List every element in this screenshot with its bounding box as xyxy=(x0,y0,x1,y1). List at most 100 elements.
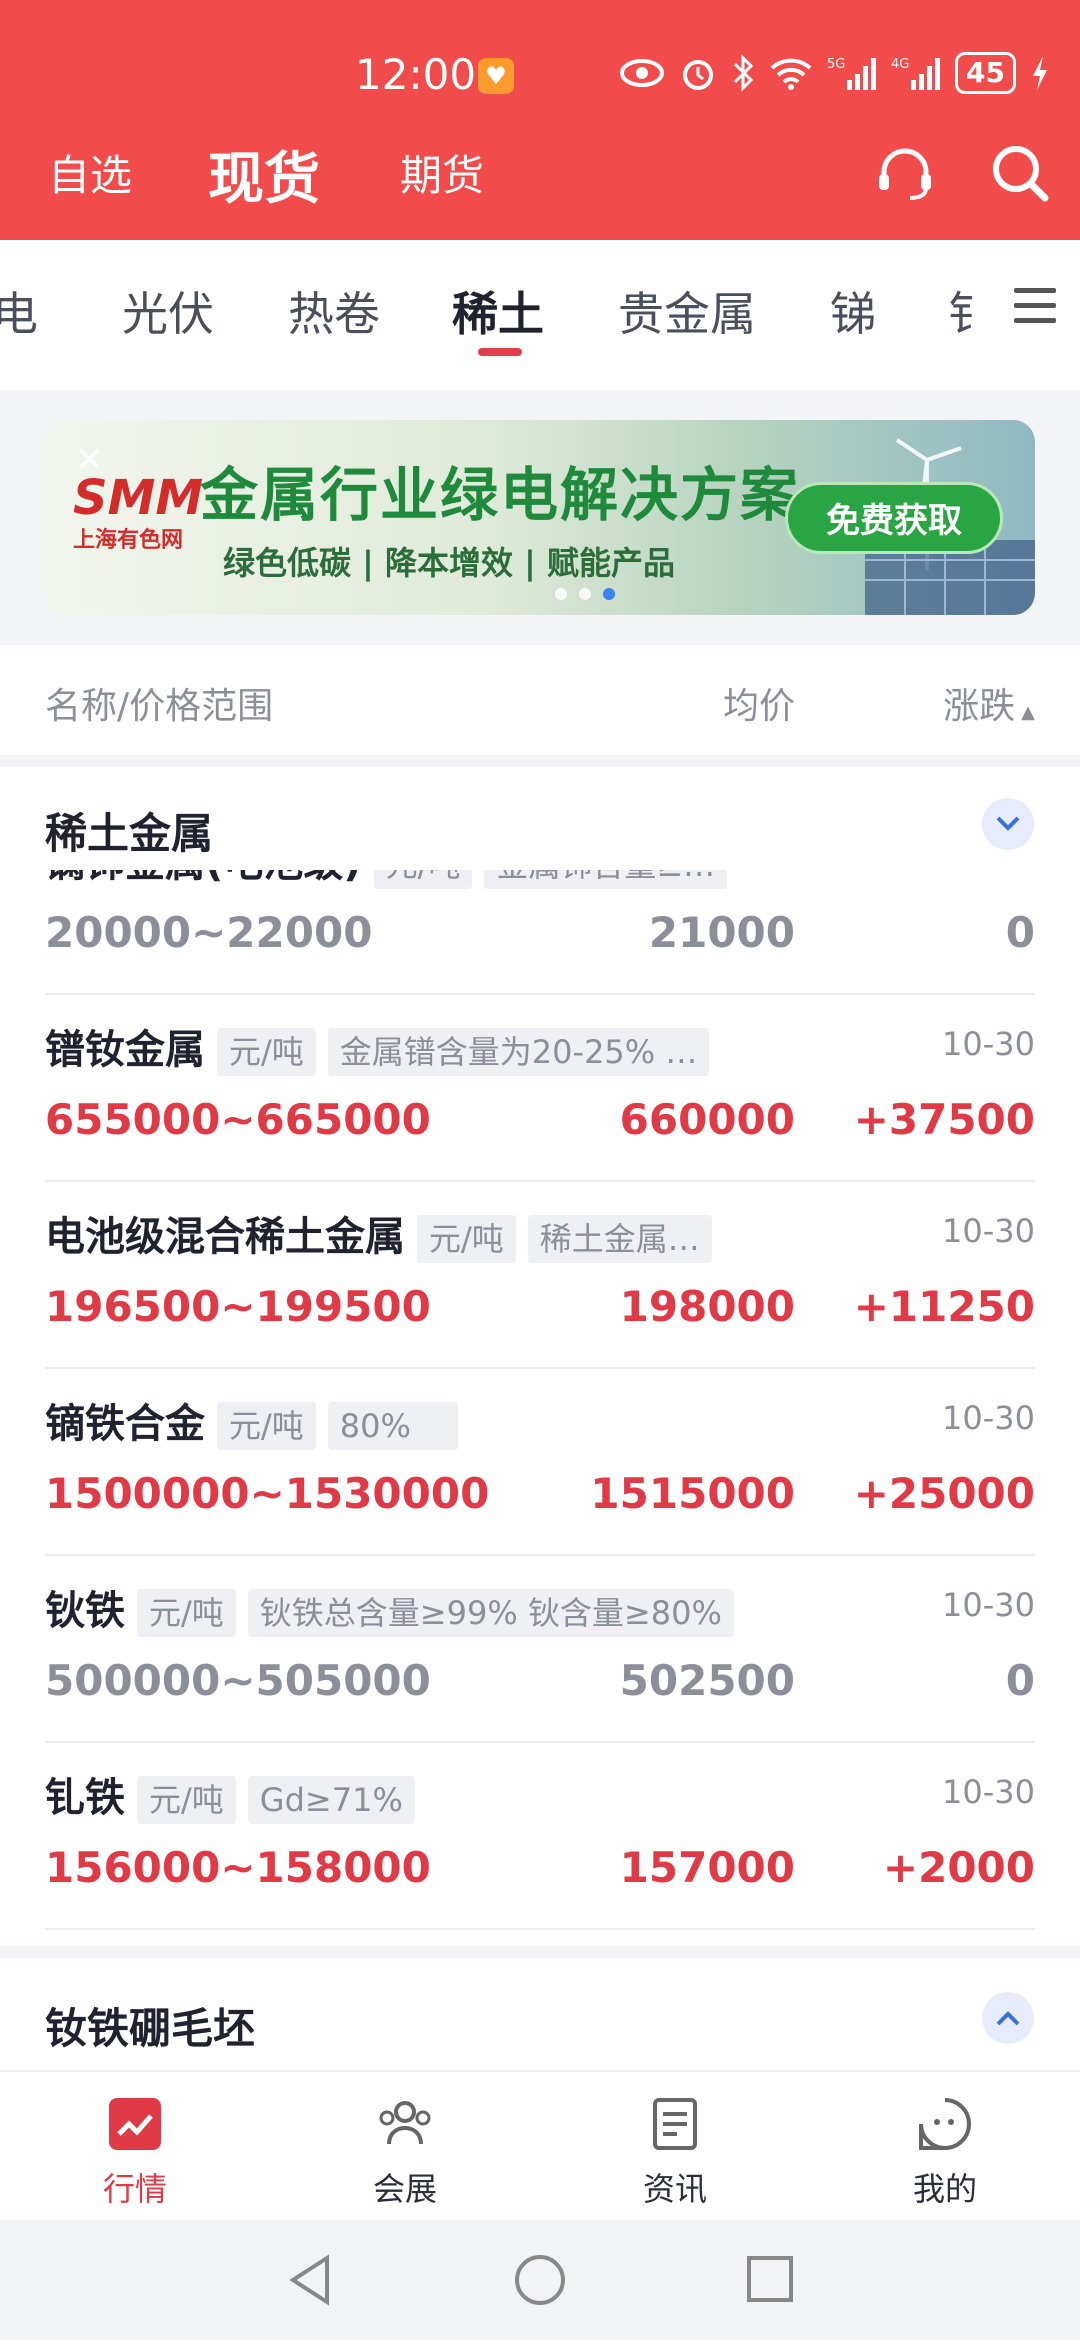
price-date: 10-30 xyxy=(942,1399,1035,1437)
price-range: 156000~158000 xyxy=(45,1843,431,1892)
table-row[interactable]: 电池级混合稀土金属 元/吨 稀土金属… 10-30 196500~199500 19… xyxy=(45,1182,1035,1369)
recents-icon[interactable] xyxy=(745,2254,795,2304)
people-icon xyxy=(379,2101,431,2145)
product-name: 镨钕金属 xyxy=(45,1027,205,1073)
price-change: 0 xyxy=(1005,908,1035,957)
nav-market[interactable]: 行情 xyxy=(45,2082,225,2210)
spec-tag: 金属铈含量≥… xyxy=(484,870,728,889)
column-header: 名称/价格范围 均价 涨跌 ▲ xyxy=(0,645,1080,755)
spec-tag: 80% xyxy=(327,1402,458,1450)
banner-dot xyxy=(555,588,567,600)
sort-icon: ▲ xyxy=(1021,702,1035,723)
column-name-range: 名称/价格范围 xyxy=(45,686,274,727)
signal-4g-icon: 4G xyxy=(891,57,941,90)
product-name: 钬铁 xyxy=(45,1588,125,1634)
average-price: 1515000 xyxy=(590,1469,795,1518)
price-change: +37500 xyxy=(853,1095,1035,1144)
unit-tag: 元/吨 xyxy=(373,870,473,889)
top-tabs: 自选 现货 期货 xyxy=(0,120,1080,240)
back-icon[interactable] xyxy=(285,2250,335,2310)
price-range: 500000~505000 xyxy=(45,1656,431,1705)
price-change: +25000 xyxy=(853,1469,1035,1518)
nav-label: 会展 xyxy=(372,2170,437,2208)
banner-subtitle: 绿色低碳 | 降本增效 | 赋能产品 xyxy=(223,544,675,582)
collapse-chevron-icon[interactable] xyxy=(982,798,1034,850)
table-row[interactable]: 镝铁合金 元/吨 80% 10-30 1500000~1530000 1515000… xyxy=(45,1369,1035,1556)
system-nav-bar xyxy=(0,2220,1080,2340)
banner-title: 金属行业绿电解决方案 xyxy=(200,461,801,529)
headset-icon[interactable] xyxy=(870,138,940,208)
spec-tag: 钬铁总含量≥99% 钬含量≥80% xyxy=(247,1589,734,1637)
column-change-sort[interactable]: 涨跌 ▲ xyxy=(943,677,1035,729)
unit-tag: 元/吨 xyxy=(137,1589,236,1637)
news-doc-icon xyxy=(653,2098,697,2150)
category-tab[interactable]: 电 xyxy=(0,278,38,344)
banner-area: ✕ SMM 上海有色网 金属行业绿电解决方案 绿色低碳 | 降本增效 | 赋能产… xyxy=(0,390,1080,645)
section-title: 稀土金属 xyxy=(45,809,214,858)
average-price: 21000 xyxy=(648,908,795,957)
section-title: 钕铁硼毛坯 xyxy=(45,2004,256,2053)
home-icon[interactable] xyxy=(512,2252,568,2308)
wifi-icon xyxy=(770,58,812,90)
category-tab[interactable]: 热卷 xyxy=(288,278,380,344)
bottom-nav: 行情 会展 资讯 我的 xyxy=(0,2070,1080,2220)
nav-label: 行情 xyxy=(102,2170,167,2208)
category-tab[interactable]: 贵金属 xyxy=(618,278,756,344)
category-tab[interactable]: 光伏 xyxy=(122,278,214,344)
product-name: 镧铈金属(电池级) xyxy=(45,870,362,886)
tab-spot[interactable]: 现货 xyxy=(208,134,320,215)
category-tabs: 电 光伏 热卷 稀土 贵金属 锑 钅 xyxy=(0,240,1080,390)
tab-watchlist[interactable]: 自选 xyxy=(48,142,132,203)
price-date: 10-30 xyxy=(942,1586,1035,1624)
nav-profile[interactable]: 我的 xyxy=(855,2082,1035,2210)
expand-chevron-icon[interactable] xyxy=(982,1992,1034,2044)
table-row[interactable]: 钬铁 元/吨 钬铁总含量≥99% 钬含量≥80% 10-30 500000~5050… xyxy=(45,1556,1035,1743)
unit-tag: 元/吨 xyxy=(217,1028,316,1076)
nav-label: 我的 xyxy=(912,2170,977,2208)
average-price: 502500 xyxy=(619,1656,795,1705)
price-date: 10-30 xyxy=(942,1212,1035,1250)
price-date: 10-30 xyxy=(942,1773,1035,1811)
category-tab[interactable]: 锑 xyxy=(830,278,876,344)
category-tab-active[interactable]: 稀土 xyxy=(452,278,544,344)
divider xyxy=(0,1946,1080,1958)
price-range: 1500000~1530000 xyxy=(45,1469,490,1518)
nav-exhibitions[interactable]: 会展 xyxy=(315,2082,495,2210)
alarm-icon xyxy=(683,60,714,90)
spec-tag: 金属镨含量为20-25% … xyxy=(327,1028,710,1076)
average-price: 198000 xyxy=(619,1282,795,1331)
nav-news[interactable]: 资讯 xyxy=(585,2082,765,2210)
product-name: 电池级混合稀土金属 xyxy=(45,1214,405,1260)
price-change: +11250 xyxy=(853,1282,1035,1331)
menu-icon[interactable] xyxy=(980,270,1080,340)
price-range: 196500~199500 xyxy=(45,1282,431,1331)
promo-banner[interactable]: ✕ SMM 上海有色网 金属行业绿电解决方案 绿色低碳 | 降本增效 | 赋能产… xyxy=(45,420,1035,615)
spec-tag: 稀土金属… xyxy=(527,1215,712,1263)
product-name: 钆铁 xyxy=(45,1775,125,1821)
table-row[interactable]: 钆铁 元/吨 Gd≥71% 10-30 156000~158000 157000 +… xyxy=(45,1743,1035,1930)
svg-text:5G: 5G xyxy=(827,57,845,72)
search-icon[interactable] xyxy=(985,138,1055,208)
price-change: 0 xyxy=(1005,1656,1035,1705)
divider xyxy=(0,755,1080,767)
price-range: 655000~665000 xyxy=(45,1095,431,1144)
bluetooth-icon xyxy=(733,54,754,92)
status-icons: 5G 4G 45 xyxy=(619,52,1050,94)
svg-text:4G: 4G xyxy=(891,57,909,72)
charging-icon xyxy=(1033,56,1047,90)
table-row[interactable]: 镧铈金属(电池级) 元/吨金属铈含量≥… 10-30 20000~22000 21… xyxy=(45,870,1035,995)
smm-logo: SMM 上海有色网 xyxy=(73,470,204,553)
product-name: 镝铁合金 xyxy=(45,1401,205,1447)
tab-futures[interactable]: 期货 xyxy=(400,142,484,203)
spec-tag: Gd≥71% xyxy=(247,1776,415,1824)
status-time: 12:00 xyxy=(355,50,477,99)
signal-5g-icon: 5G xyxy=(827,57,877,90)
table-row[interactable]: 镨钕金属 元/吨 金属镨含量为20-25% … 10-30 655000~66500… xyxy=(45,995,1035,1182)
nav-label: 资讯 xyxy=(642,2170,707,2208)
price-change: +2000 xyxy=(882,1843,1035,1892)
banner-pagination xyxy=(555,588,615,600)
unit-tag: 元/吨 xyxy=(417,1215,516,1263)
active-tab-indicator xyxy=(478,348,522,356)
free-get-button[interactable]: 免费获取 xyxy=(785,482,1003,554)
status-bar: 12:00 ♥ 5G 4G 45 xyxy=(0,40,1080,120)
